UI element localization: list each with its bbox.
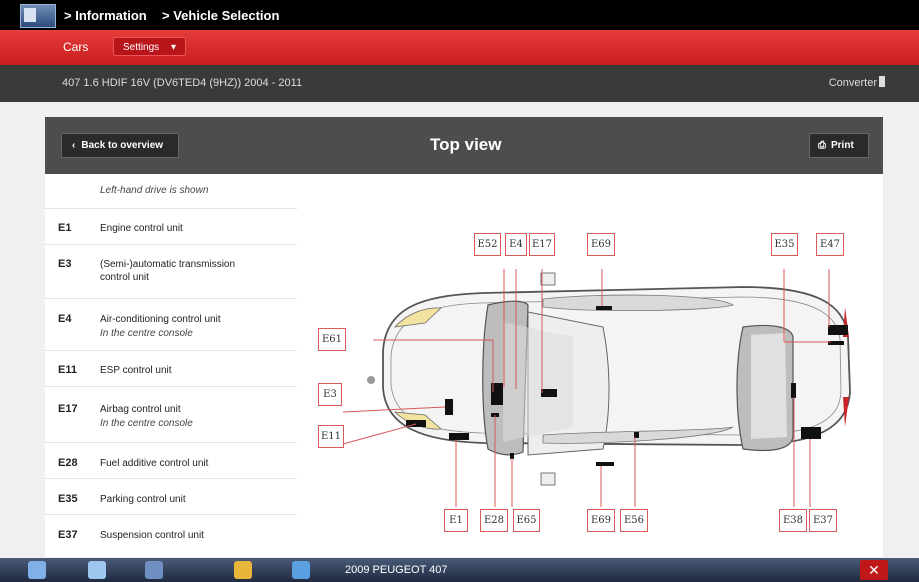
back-label: Back to overview [81, 140, 164, 151]
callout-e52[interactable]: E52 [474, 233, 501, 256]
callout-e61[interactable]: E61 [318, 328, 346, 351]
printer-icon: ⎙ [818, 140, 826, 151]
callout-e1[interactable]: E1 [444, 509, 468, 532]
document-icon[interactable] [88, 561, 106, 579]
item-code: E4 [58, 313, 72, 325]
callout-e69-top[interactable]: E69 [587, 233, 615, 256]
close-icon[interactable]: ✕ [860, 560, 888, 580]
breadcrumb-vehicle-selection[interactable]: > Vehicle Selection [162, 8, 279, 23]
drive-note: Left-hand drive is shown [100, 185, 209, 196]
item-code: E37 [58, 529, 78, 541]
callout-e47[interactable]: E47 [816, 233, 844, 256]
callout-e65[interactable]: E65 [513, 509, 540, 532]
item-desc: Engine control unit [100, 223, 183, 234]
diagnostics-icon[interactable] [234, 561, 252, 579]
vehicle-title: 2009 PEUGEOT 407 [345, 564, 448, 576]
battery-icon[interactable] [879, 76, 885, 87]
chevron-left-icon: ‹ [72, 140, 76, 151]
item-code: E35 [58, 493, 78, 505]
back-to-overview-button[interactable]: ‹ Back to overview [61, 133, 179, 158]
vehicle-bar: 407 1.6 HDIF 16V (DV6TED4 (9HZ)) 2004 - … [0, 65, 919, 102]
settings-label: Settings [123, 42, 160, 53]
converter-button[interactable]: Converter [829, 77, 877, 89]
callout-e3[interactable]: E3 [318, 383, 342, 406]
callout-e56[interactable]: E56 [620, 509, 648, 532]
callout-e69-bottom[interactable]: E69 [587, 509, 615, 532]
callout-e38[interactable]: E38 [779, 509, 807, 532]
callout-e35[interactable]: E35 [771, 233, 798, 256]
app-title-bar: > Information > Vehicle Selection [0, 0, 919, 30]
callout-e11[interactable]: E11 [318, 425, 344, 448]
item-code: E17 [58, 403, 78, 415]
print-label: Print [831, 140, 854, 151]
list-item[interactable]: E37 Suspension control unit [45, 514, 297, 557]
list-item[interactable]: E28 Fuel additive control unit [45, 442, 297, 479]
navigation-bar: Cars Settings ▾ [0, 30, 919, 65]
vehicle-description: 407 1.6 HDIF 16V (DV6TED4 (9HZ)) 2004 - … [62, 77, 303, 89]
item-desc: (Semi-)automatic transmission control un… [100, 259, 236, 283]
car-icon[interactable] [292, 561, 310, 579]
component-list: Left-hand drive is shown E1 Engine contr… [45, 174, 297, 557]
list-item[interactable]: E3 (Semi-)automatic transmission control… [45, 244, 297, 299]
list-item[interactable]: E11 ESP control unit [45, 350, 297, 387]
home-icon[interactable] [28, 561, 46, 579]
item-code: E28 [58, 457, 78, 469]
item-desc: Parking control unit [100, 494, 186, 505]
item-note: In the centre console [100, 418, 193, 429]
item-desc: Air-conditioning control unit [100, 314, 221, 325]
top-view-panel: ‹ Back to overview Top view ⎙ Print Left-h… [45, 117, 883, 557]
item-note: In the centre console [100, 328, 193, 339]
list-item[interactable]: E1 Engine control unit [45, 208, 297, 245]
vehicle-diagram: E52 E4 E17 E69 E35 E47 E61 E3 E11 E1 E28… [313, 187, 865, 557]
app-logo-icon[interactable] [20, 4, 56, 28]
item-desc: Airbag control unit [100, 404, 181, 415]
cars-tab[interactable]: Cars [63, 40, 88, 54]
item-code: E1 [58, 222, 72, 234]
print-button[interactable]: ⎙ Print [809, 133, 869, 158]
item-code: E11 [58, 364, 77, 376]
breadcrumb-information[interactable]: > Information [64, 8, 147, 23]
callout-e28[interactable]: E28 [480, 509, 508, 532]
tools-icon[interactable] [145, 561, 163, 579]
callout-e37[interactable]: E37 [809, 509, 837, 532]
callout-e4[interactable]: E4 [505, 233, 527, 256]
callout-e17[interactable]: E17 [529, 233, 555, 256]
item-code: E3 [58, 258, 72, 270]
item-desc: ESP control unit [100, 365, 172, 376]
settings-dropdown[interactable]: Settings ▾ [113, 37, 186, 56]
list-item[interactable]: E35 Parking control unit [45, 478, 297, 515]
item-desc: Suspension control unit [100, 530, 204, 541]
taskbar: 2009 PEUGEOT 407 ✕ [0, 558, 919, 582]
list-item[interactable]: E4 Air-conditioning control unit In the … [45, 298, 297, 351]
list-item[interactable]: E17 Airbag control unit In the centre co… [45, 386, 297, 443]
dropdown-arrow-icon: ▾ [170, 42, 176, 53]
item-desc: Fuel additive control unit [100, 458, 209, 469]
panel-header: ‹ Back to overview Top view ⎙ Print [45, 117, 883, 174]
page-title: Top view [430, 135, 502, 154]
